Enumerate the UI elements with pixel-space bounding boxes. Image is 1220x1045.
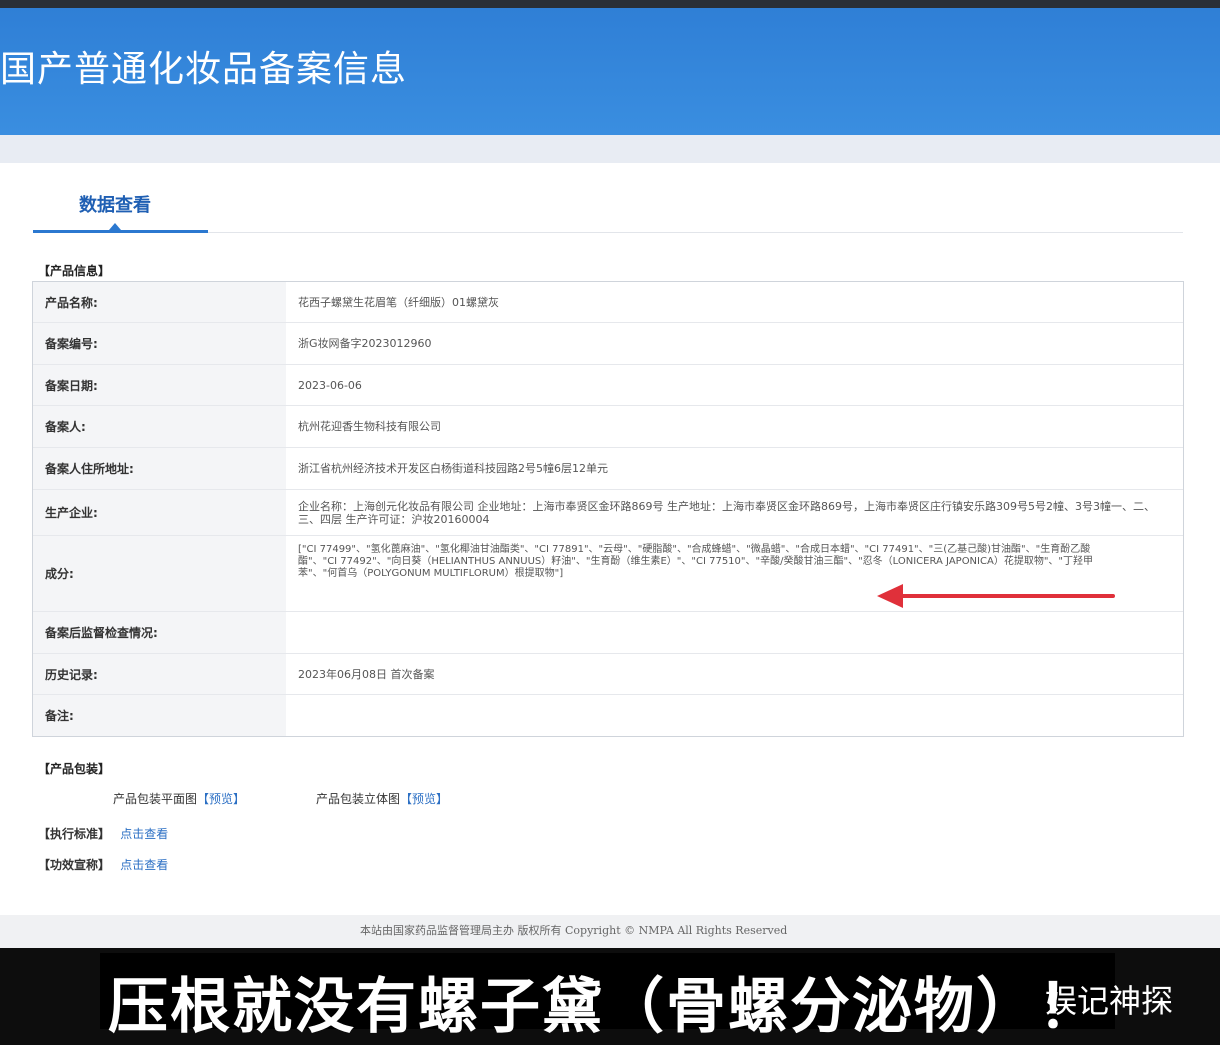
row-value: 杭州花迎香生物科技有限公司 (298, 420, 441, 433)
product-info-heading: 【产品信息】 (38, 264, 111, 278)
packaging-flat-preview-link[interactable]: 【预览】 (197, 792, 245, 806)
row-value: 浙G妆网备字2023012960 (298, 337, 432, 350)
page-title: 国产普通化妆品备案信息 (0, 49, 408, 90)
red-arrow-annotation (877, 584, 1115, 608)
table-row: 备案人住所地址: 浙江省杭州经济技术开发区白杨街道科技园路2号5幢6层12单元 (33, 448, 1183, 490)
window-top-band (0, 0, 1220, 8)
packaging-flat-label: 产品包装平面图 (113, 792, 198, 806)
video-caption: 压根就没有螺子黛（骨螺分泌物）！ (108, 972, 1100, 1042)
table-row: 备案日期: 2023-06-06 (33, 365, 1183, 406)
row-value (298, 612, 1158, 653)
table-row: 备案人: 杭州花迎香生物科技有限公司 (33, 406, 1183, 448)
row-value: 企业名称：上海创元化妆品有限公司 企业地址：上海市奉贤区金环路869号 生产地址… (298, 499, 1155, 526)
screen: 国产普通化妆品备案信息 数据查看 【产品信息】 产品名称: 花西子螺黛生花眉笔（… (0, 0, 1220, 948)
packaging-stereo-label: 产品包装立体图 (316, 792, 401, 806)
packaging-stereo-item: 产品包装立体图【预览】 (316, 790, 448, 807)
tab-divider (208, 232, 1183, 233)
standard-label: 【执行标准】 (38, 827, 111, 841)
efficacy-view-link[interactable]: 点击查看 (120, 858, 168, 872)
row-label: 生产企业: (33, 490, 286, 535)
table-row: 备案编号: 浙G妆网备字2023012960 (33, 323, 1183, 365)
tab-active-caret (109, 223, 121, 230)
table-row: 生产企业: 企业名称：上海创元化妆品有限公司 企业地址：上海市奉贤区金环路869… (33, 490, 1183, 536)
row-label: 备案人: (33, 406, 286, 447)
row-value: 2023年06月08日 首次备案 (298, 667, 435, 681)
table-row: 备注: (33, 695, 1183, 736)
table-row: 历史记录: 2023年06月08日 首次备案 (33, 654, 1183, 695)
page-header: 国产普通化妆品备案信息 (0, 8, 1220, 135)
tab-data-view[interactable]: 数据查看 (79, 191, 151, 217)
row-label: 备案编号: (33, 323, 286, 364)
row-label: 历史记录: (33, 654, 286, 694)
row-value: 浙江省杭州经济技术开发区白杨街道科技园路2号5幢6层12单元 (298, 462, 608, 475)
packaging-flat-item: 产品包装平面图【预览】 (113, 790, 245, 807)
row-value: 花西子螺黛生花眉笔（纤细版）01螺黛灰 (298, 295, 499, 309)
efficacy-label: 【功效宣称】 (38, 858, 111, 872)
row-label: 产品名称: (33, 282, 286, 322)
packaging-stereo-preview-link[interactable]: 【预览】 (400, 792, 448, 806)
row-value (298, 695, 1158, 736)
standard-row: 【执行标准】 点击查看 (38, 825, 168, 842)
header-subband (0, 135, 1220, 163)
table-row: 产品名称: 花西子螺黛生花眉笔（纤细版）01螺黛灰 (33, 282, 1183, 323)
main-content: 数据查看 【产品信息】 产品名称: 花西子螺黛生花眉笔（纤细版）01螺黛灰 备案… (0, 163, 1220, 915)
row-label: 备案后监督检查情况: (33, 612, 286, 653)
row-label: 备案人住所地址: (33, 448, 286, 489)
packaging-heading: 【产品包装】 (38, 762, 111, 776)
footer-copyright: 本站由国家药品监督管理局主办 版权所有 Copyright © NMPA All… (360, 924, 788, 937)
tab-active-underline (33, 230, 208, 233)
watermark: 娱记神探 (1045, 982, 1174, 1020)
product-info-table: 产品名称: 花西子螺黛生花眉笔（纤细版）01螺黛灰 备案编号: 浙G妆网备字20… (32, 281, 1184, 737)
row-label: 备案日期: (33, 365, 286, 405)
row-label: 备注: (33, 695, 286, 736)
standard-view-link[interactable]: 点击查看 (120, 827, 168, 841)
table-row: 备案后监督检查情况: (33, 612, 1183, 654)
efficacy-row: 【功效宣称】 点击查看 (38, 856, 168, 873)
row-value: 2023-06-06 (298, 378, 362, 392)
row-label: 成分: (33, 536, 286, 611)
